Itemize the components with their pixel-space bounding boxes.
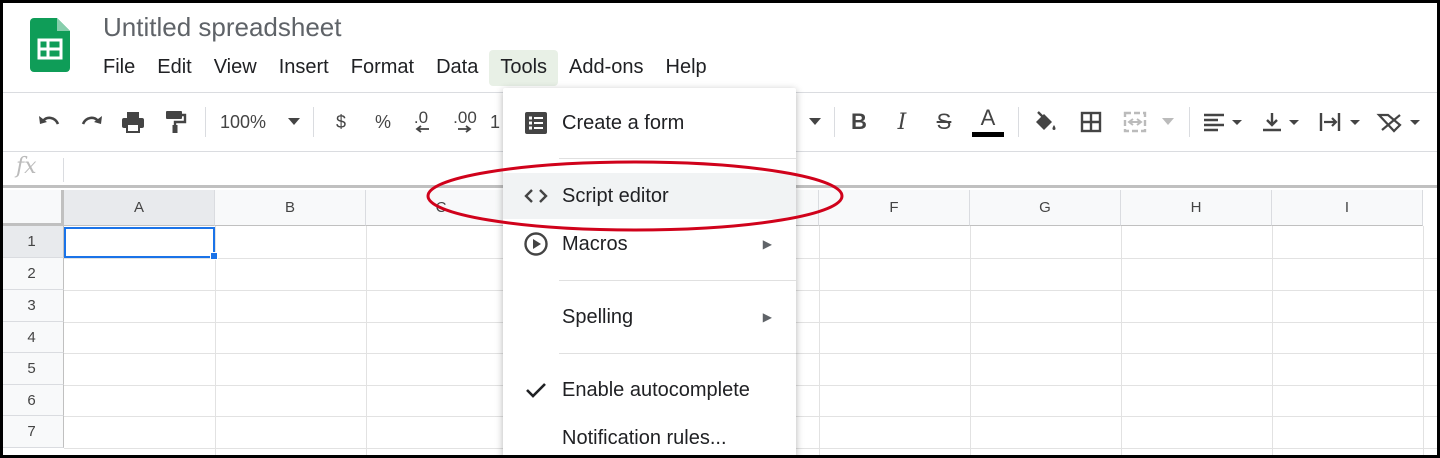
text-rotation-icon[interactable] (1374, 103, 1426, 141)
menu-add-ons[interactable]: Add-ons (558, 50, 655, 86)
sheets-logo-icon[interactable] (30, 18, 70, 72)
fx-label: fx (16, 154, 37, 179)
menu-item-create-form[interactable]: Create a form (503, 100, 796, 146)
menu-item-label: Macros (562, 232, 628, 255)
select-all-corner[interactable] (0, 190, 64, 226)
menu-separator (559, 353, 796, 354)
menu-bar: File Edit View Insert Format Data Tools … (92, 50, 718, 86)
submenu-arrow-icon: ▶ (762, 237, 772, 251)
undo-icon[interactable] (34, 103, 64, 141)
column-gridline (1121, 226, 1122, 458)
menu-insert[interactable]: Insert (268, 50, 340, 86)
column-gridline (819, 226, 820, 458)
text-wrapping-icon[interactable] (1316, 103, 1366, 141)
merge-dropdown-icon[interactable] (1158, 103, 1178, 141)
selected-cell-a1[interactable] (64, 227, 215, 258)
menu-format[interactable]: Format (340, 50, 425, 86)
merge-cells-icon[interactable] (1120, 103, 1150, 141)
code-icon (523, 183, 549, 209)
zoom-select[interactable]: 100% (220, 103, 276, 141)
font-size-dropdown-icon[interactable] (805, 103, 825, 141)
italic-button[interactable]: I (889, 103, 915, 141)
menu-data[interactable]: Data (425, 50, 489, 86)
column-header-f[interactable]: F (819, 190, 970, 226)
strikethrough-button[interactable]: S (931, 103, 957, 141)
menu-help[interactable]: Help (655, 50, 718, 86)
menu-item-label: Spelling (562, 305, 634, 328)
menu-item-macros[interactable]: Macros ▶ (503, 221, 796, 267)
menu-edit[interactable]: Edit (146, 50, 202, 86)
menu-item-notification-rules[interactable]: Notification rules... (503, 415, 796, 458)
menu-item-label: Notification rules... (562, 426, 727, 449)
menu-item-spelling[interactable]: Spelling ▶ (503, 294, 796, 340)
row-header-6[interactable]: 6 (0, 385, 64, 416)
menu-item-label: Create a form (562, 111, 685, 134)
toolbar-separator (1189, 107, 1190, 137)
menu-item-label: Enable autocomplete (562, 378, 750, 401)
column-header-c[interactable]: C (366, 190, 517, 226)
toolbar-separator (313, 107, 314, 137)
menu-tools[interactable]: Tools (489, 50, 559, 86)
column-header-g[interactable]: G (970, 190, 1121, 226)
menu-separator (559, 280, 796, 281)
column-gridline (215, 226, 216, 458)
more-formats-button[interactable]: 1 (490, 103, 504, 141)
increase-decimal-label: .00 (453, 108, 477, 127)
fill-handle[interactable] (210, 252, 218, 260)
text-color-label: A (980, 105, 996, 130)
menu-item-enable-autocomplete[interactable]: Enable autocomplete (503, 367, 796, 413)
menu-view[interactable]: View (203, 50, 268, 86)
play-circle-icon (523, 231, 549, 257)
column-header-i[interactable]: I (1272, 190, 1423, 226)
row-header-3[interactable]: 3 (0, 290, 64, 322)
menu-item-label: Script editor (562, 184, 669, 207)
row-header-5[interactable]: 5 (0, 353, 64, 385)
column-header-b[interactable]: B (215, 190, 366, 226)
vertical-align-icon[interactable] (1259, 103, 1305, 141)
toolbar-separator (1018, 107, 1019, 137)
fill-color-icon[interactable] (1032, 103, 1060, 141)
row-header-2[interactable]: 2 (0, 258, 64, 290)
borders-icon[interactable] (1077, 103, 1105, 141)
tools-menu-dropdown: Create a form Script editor Macros ▶ Spe… (503, 88, 796, 458)
column-gridline (1272, 226, 1273, 458)
column-header-a[interactable]: A (64, 190, 215, 226)
menu-file[interactable]: File (92, 50, 146, 86)
row-header-1[interactable]: 1 (0, 226, 64, 258)
decrease-decimal-label: .0 (413, 108, 429, 127)
column-gridline (366, 226, 367, 458)
zoom-value: 100% (220, 111, 267, 132)
form-icon (523, 110, 549, 136)
text-color-button[interactable]: A (970, 103, 1006, 141)
text-color-swatch (972, 132, 1004, 137)
row-header-4[interactable]: 4 (0, 322, 64, 353)
zoom-dropdown-icon[interactable] (282, 103, 306, 141)
column-gridline (1423, 226, 1424, 458)
document-title[interactable]: Untitled spreadsheet (103, 12, 341, 43)
toolbar-separator (205, 107, 206, 137)
redo-icon[interactable] (77, 103, 107, 141)
decrease-decimal-button[interactable]: .0 (408, 103, 434, 141)
menu-separator (559, 158, 796, 159)
row-header-7[interactable]: 7 (0, 416, 64, 448)
menu-item-script-editor[interactable]: Script editor (503, 173, 796, 219)
column-header-h[interactable]: H (1121, 190, 1272, 226)
increase-decimal-button[interactable]: .00 (450, 103, 480, 141)
horizontal-align-icon[interactable] (1200, 103, 1246, 141)
currency-format-button[interactable]: $ (329, 103, 353, 141)
print-icon[interactable] (118, 103, 148, 141)
formula-bar-separator (63, 158, 64, 182)
toolbar-separator (834, 107, 835, 137)
paint-format-icon[interactable] (161, 103, 191, 141)
bold-button[interactable]: B (846, 103, 872, 141)
checkmark-icon (523, 377, 549, 403)
column-gridline (970, 226, 971, 458)
submenu-arrow-icon: ▶ (762, 310, 772, 324)
percent-format-button[interactable]: % (370, 103, 396, 141)
